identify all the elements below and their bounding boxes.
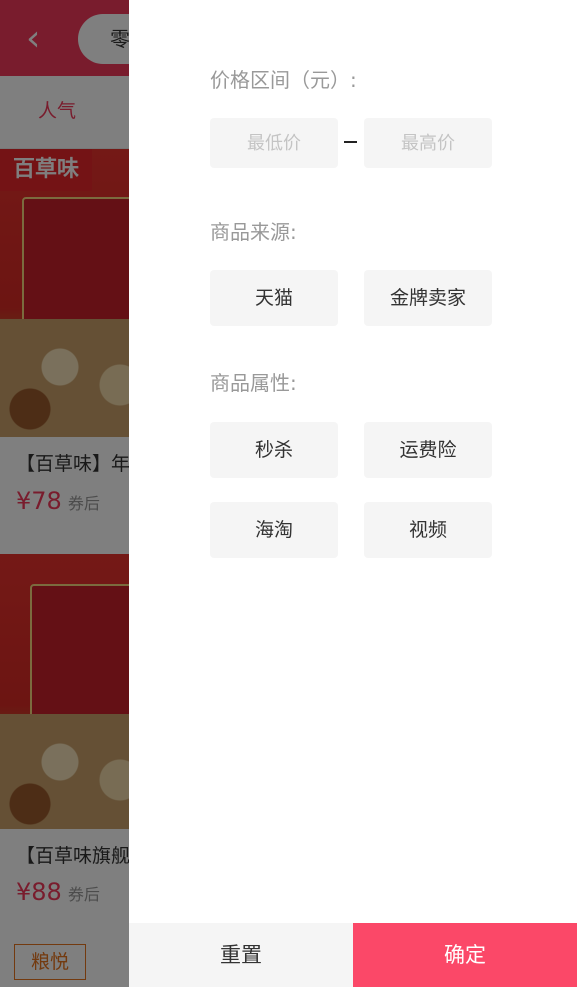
attributes-title: 商品属性:	[210, 371, 297, 395]
attribute-option-overseas[interactable]: 海淘	[210, 502, 338, 558]
price-range-dash	[344, 141, 357, 143]
attribute-option-shipping-insurance[interactable]: 运费险	[364, 422, 492, 478]
min-price-input[interactable]	[210, 118, 338, 168]
filter-screen: ‹ 零 人气 百草味 【百草味】年货 ¥78券后 【百草味旗舰店 ¥88券后 粮…	[0, 0, 577, 987]
reset-button[interactable]: 重置	[129, 923, 353, 987]
confirm-button[interactable]: 确定	[353, 923, 577, 987]
price-range-title: 价格区间（元）:	[210, 68, 357, 92]
attribute-option-video[interactable]: 视频	[364, 502, 492, 558]
attribute-option-flash-sale[interactable]: 秒杀	[210, 422, 338, 478]
source-option-gold-seller[interactable]: 金牌卖家	[364, 270, 492, 326]
max-price-input[interactable]	[364, 118, 492, 168]
source-title: 商品来源:	[210, 220, 297, 244]
filter-drawer: 价格区间（元）: 商品来源: 天猫 金牌卖家 商品属性: 秒杀 运费险 海淘 视…	[129, 0, 577, 987]
source-option-tmall[interactable]: 天猫	[210, 270, 338, 326]
filter-footer: 重置 确定	[129, 923, 577, 987]
